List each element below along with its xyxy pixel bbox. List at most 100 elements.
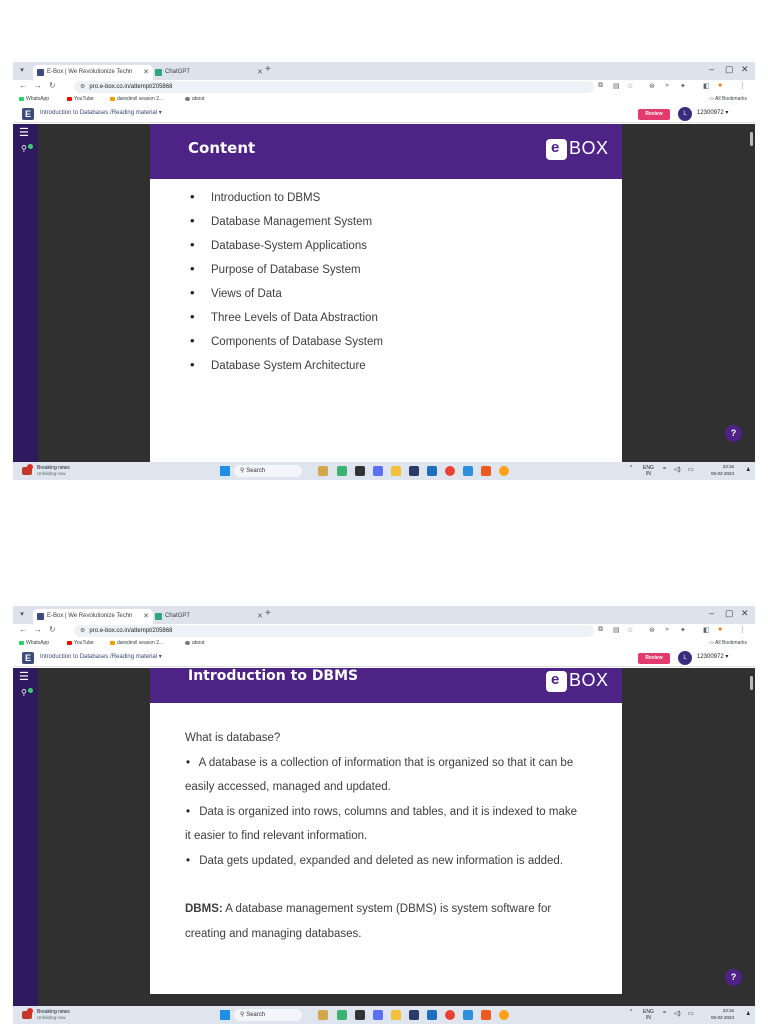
language-indicator[interactable]: ENG IN [643, 1009, 654, 1021]
tray-chevron-icon[interactable]: ^ [630, 1009, 632, 1015]
brave-icon[interactable] [481, 1010, 491, 1020]
scrollbar-thumb[interactable] [750, 676, 753, 690]
site-info-icon[interactable]: ⚙ [80, 84, 85, 90]
close-tab-icon[interactable]: ✕ [143, 65, 149, 80]
help-button[interactable]: ? [725, 425, 742, 442]
windows-start-icon[interactable] [220, 466, 230, 476]
teams-icon[interactable] [373, 466, 383, 476]
widget-app-icon[interactable] [318, 466, 328, 476]
all-bookmarks-button[interactable]: ▭ All Bookmarks [709, 96, 747, 102]
extension-overflow-icon[interactable]: » [665, 626, 669, 633]
bookmark-whatsapp[interactable]: WhatsApp [19, 96, 49, 102]
profile-icon[interactable]: ● [718, 82, 722, 89]
translate-icon[interactable]: ▤ [613, 626, 620, 634]
app-icon[interactable] [499, 1010, 509, 1020]
notification-bell-icon[interactable]: ♟ [746, 1011, 750, 1017]
tab-ebox[interactable]: E-Box | We Revolutionize Techn ✕ [33, 609, 153, 624]
copilot-icon[interactable] [337, 1010, 347, 1020]
new-tab-button[interactable]: + [265, 64, 271, 75]
bookmark-about[interactable]: about [185, 96, 205, 102]
menu-kebab-icon[interactable]: ⋮ [739, 82, 746, 90]
forward-icon[interactable]: → [34, 625, 42, 634]
restore-button[interactable]: ▢ [725, 64, 734, 75]
address-bar[interactable]: ⚙ pro.e-box.co.in/attempt/205868 [74, 625, 594, 637]
cast-icon[interactable]: ⧉ [598, 626, 603, 634]
back-icon[interactable]: ← [19, 625, 27, 634]
ebox-logo-icon[interactable]: E [22, 108, 34, 120]
battery-icon[interactable]: ▭ [688, 1010, 694, 1017]
widget-app-icon[interactable] [318, 1010, 328, 1020]
back-icon[interactable]: ← [19, 81, 27, 90]
mail-icon[interactable] [463, 466, 473, 476]
close-window-button[interactable]: ✕ [741, 64, 749, 75]
windows-start-icon[interactable] [220, 1010, 230, 1020]
notification-icon[interactable]: ⚲ [21, 144, 27, 153]
tab-search-icon[interactable]: ▾ [17, 610, 27, 620]
bookmark-youtube[interactable]: YouTube [67, 640, 94, 646]
copilot-icon[interactable] [337, 466, 347, 476]
app-icon[interactable] [499, 466, 509, 476]
bookmark-daredevil[interactable]: daredevil season 2... [110, 640, 163, 646]
puzzle-icon[interactable]: ✦ [680, 82, 686, 90]
notification-icon[interactable]: ⚲ [21, 688, 27, 697]
teams-icon[interactable] [373, 1010, 383, 1020]
bookmark-about[interactable]: about [185, 640, 205, 646]
bookmark-whatsapp[interactable]: WhatsApp [19, 640, 49, 646]
menu-kebab-icon[interactable]: ⋮ [739, 626, 746, 634]
wifi-icon[interactable]: ≈ [663, 1010, 666, 1016]
clock[interactable]: 23:16 05-02-2024 [711, 1008, 734, 1021]
wifi-icon[interactable]: ≈ [663, 466, 666, 472]
site-info-icon[interactable]: ⚙ [80, 628, 85, 634]
store-icon[interactable] [409, 1010, 419, 1020]
restore-button[interactable]: ▢ [725, 608, 734, 619]
hamburger-menu-icon[interactable]: ☰ [19, 126, 29, 139]
avatar[interactable]: L [678, 651, 692, 665]
ebox-logo-icon[interactable]: E [22, 652, 34, 664]
bookmark-youtube[interactable]: YouTube [67, 96, 94, 102]
bookmark-star-icon[interactable]: ☆ [627, 82, 633, 90]
tab-ebox[interactable]: E-Box | We Revolutionize Techn ✕ [33, 65, 153, 80]
taskbar-search[interactable]: ⚲ Search [234, 1009, 302, 1021]
address-bar[interactable]: ⚙ pro.e-box.co.in/attempt/205868 [74, 81, 594, 93]
file-explorer-icon[interactable] [391, 1010, 401, 1020]
review-button[interactable]: Review [638, 653, 670, 664]
calendar-app-icon[interactable] [427, 466, 437, 476]
tray-chevron-icon[interactable]: ^ [630, 465, 632, 471]
task-view-icon[interactable] [355, 1010, 365, 1020]
tab-chatgpt[interactable]: ChatGPT ✕ [151, 609, 267, 624]
chrome-taskbar-icon[interactable] [445, 466, 455, 476]
mail-icon[interactable] [463, 1010, 473, 1020]
hamburger-menu-icon[interactable]: ☰ [19, 670, 29, 683]
sidepanel-icon[interactable]: ◧ [703, 626, 710, 634]
close-tab-icon[interactable]: ✕ [257, 609, 263, 624]
minimize-button[interactable]: – [709, 608, 714, 618]
task-view-icon[interactable] [355, 466, 365, 476]
reload-icon[interactable]: ↻ [49, 625, 56, 634]
avatar[interactable]: L [678, 107, 692, 121]
cast-icon[interactable]: ⧉ [598, 82, 603, 90]
puzzle-icon[interactable]: ✦ [680, 626, 686, 634]
brave-icon[interactable] [481, 466, 491, 476]
profile-icon[interactable]: ● [718, 626, 722, 633]
review-button[interactable]: Review [638, 109, 670, 120]
close-window-button[interactable]: ✕ [741, 608, 749, 619]
bookmark-star-icon[interactable]: ☆ [627, 626, 633, 634]
extension-icon[interactable]: ⊛ [649, 82, 655, 90]
user-menu[interactable]: 12300972 ▾ [697, 653, 728, 660]
breadcrumb[interactable]: Introduction to Databases /Reading mater… [40, 109, 162, 116]
notification-bell-icon[interactable]: ♟ [746, 467, 750, 473]
close-tab-icon[interactable]: ✕ [143, 609, 149, 624]
chrome-taskbar-icon[interactable] [445, 1010, 455, 1020]
forward-icon[interactable]: → [34, 81, 42, 90]
new-tab-button[interactable]: + [265, 608, 271, 619]
reload-icon[interactable]: ↻ [49, 81, 56, 90]
user-menu[interactable]: 12300972 ▾ [697, 109, 728, 116]
extension-overflow-icon[interactable]: » [665, 82, 669, 89]
taskbar-search[interactable]: ⚲ Search [234, 465, 302, 477]
tab-search-icon[interactable]: ▾ [17, 66, 27, 76]
language-indicator[interactable]: ENG IN [643, 465, 654, 477]
breadcrumb[interactable]: Introduction to Databases /Reading mater… [40, 653, 162, 660]
extension-icon[interactable]: ⊛ [649, 626, 655, 634]
translate-icon[interactable]: ▤ [613, 82, 620, 90]
scrollbar-thumb[interactable] [750, 132, 753, 146]
